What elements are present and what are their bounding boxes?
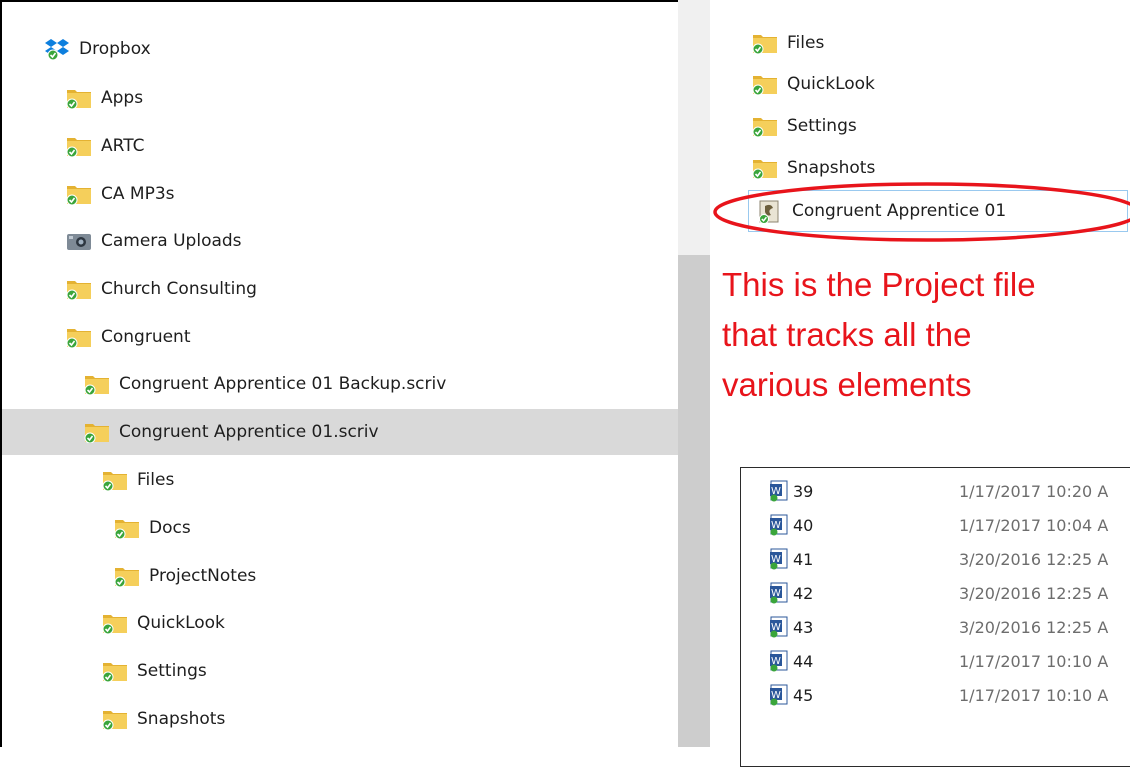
- project-file-label: Congruent Apprentice 01: [792, 201, 1007, 221]
- file-date: 3/20/2016 12:25 A: [959, 583, 1109, 603]
- annotation-line: This is the Project file: [722, 266, 1036, 303]
- file-name: 40: [793, 515, 814, 535]
- synced-folder-icon: [114, 517, 140, 539]
- synced-folder-icon: [102, 612, 128, 634]
- tree-item-apps[interactable]: Apps: [2, 75, 678, 121]
- tree-item-congruent-apprentice-scriv[interactable]: Congruent Apprentice 01.scriv: [2, 409, 678, 455]
- content-item-label: Files: [787, 33, 825, 53]
- navigation-pane: Dropbox Apps ARTC CA MP3s Camera Uploads…: [0, 0, 678, 747]
- synced-folder-icon: [66, 183, 92, 205]
- synced-folder-icon: [84, 373, 110, 395]
- tree-item-label: Docs: [149, 518, 191, 538]
- tree-item-quicklook[interactable]: QuickLook: [2, 600, 678, 646]
- file-row[interactable]: W 40 1/17/2017 10:04 A: [769, 508, 1130, 542]
- word-doc-icon: W: [769, 684, 789, 706]
- tree-item-label: Dropbox: [79, 39, 151, 59]
- tree-item-label: Files: [137, 470, 175, 490]
- annotation-line: various elements: [722, 366, 972, 403]
- synced-folder-icon: [752, 73, 778, 95]
- synced-folder-icon: [752, 157, 778, 179]
- tree-item-label: Snapshots: [137, 709, 226, 729]
- tree-item-label: Church Consulting: [101, 279, 257, 299]
- content-folder-files[interactable]: Files: [752, 23, 824, 63]
- synced-folder-icon: [66, 278, 92, 300]
- tree-item-label: QuickLook: [137, 613, 225, 633]
- tree-item-label: Apps: [101, 88, 144, 108]
- tree-item-congruent-apprentice-backup[interactable]: Congruent Apprentice 01 Backup.scriv: [2, 361, 678, 407]
- file-row[interactable]: W 44 1/17/2017 10:10 A: [769, 644, 1130, 678]
- synced-folder-icon: [752, 32, 778, 54]
- file-date: 1/17/2017 10:20 A: [959, 481, 1109, 501]
- annotation-callout: This is the Project file that tracks all…: [722, 260, 1122, 410]
- file-row[interactable]: W 43 3/20/2016 12:25 A: [769, 610, 1130, 644]
- synced-folder-icon: [102, 660, 128, 682]
- word-doc-icon: W: [769, 582, 789, 604]
- dropbox-icon: [44, 38, 70, 60]
- file-date: 1/17/2017 10:10 A: [959, 651, 1109, 671]
- content-folder-settings[interactable]: Settings: [752, 106, 857, 146]
- content-item-label: QuickLook: [787, 74, 875, 94]
- tree-item-label: Congruent Apprentice 01 Backup.scriv: [119, 374, 447, 394]
- tree-item-ca-mp3s[interactable]: CA MP3s: [2, 171, 678, 217]
- word-doc-icon: W: [769, 616, 789, 638]
- tree-item-docs[interactable]: Docs: [2, 505, 678, 551]
- tree-item-label: Settings: [137, 661, 207, 681]
- content-folder-snapshots[interactable]: Snapshots: [752, 148, 875, 188]
- tree-item-label: Congruent Apprentice 01.scriv: [119, 422, 379, 442]
- tree-item-congruent[interactable]: Congruent: [2, 314, 678, 360]
- tree-item-projectnotes[interactable]: ProjectNotes: [2, 553, 678, 599]
- camera-folder-icon: [66, 230, 92, 252]
- synced-folder-icon: [102, 469, 128, 491]
- file-name: 44: [793, 651, 814, 671]
- file-date: 1/17/2017 10:04 A: [959, 515, 1109, 535]
- tree-item-artc[interactable]: ARTC: [2, 123, 678, 169]
- synced-folder-icon: [102, 708, 128, 730]
- tree-item-label: ProjectNotes: [149, 566, 257, 586]
- file-name: 45: [793, 685, 814, 705]
- scrollbar-thumb[interactable]: [678, 255, 710, 747]
- file-name: 42: [793, 583, 814, 603]
- synced-folder-icon: [752, 115, 778, 137]
- word-doc-icon: W: [769, 650, 789, 672]
- word-doc-icon: W: [769, 514, 789, 536]
- file-list: W 39 1/17/2017 10:20 A W 40 1/17/2017 10…: [740, 467, 1130, 767]
- tree-item-dropbox[interactable]: Dropbox: [2, 26, 678, 72]
- file-date: 1/17/2017 10:10 A: [959, 685, 1109, 705]
- content-item-label: Snapshots: [787, 158, 876, 178]
- synced-folder-icon: [66, 87, 92, 109]
- tree-item-files[interactable]: Files: [2, 457, 678, 503]
- word-doc-icon: W: [769, 480, 789, 502]
- file-name: 41: [793, 549, 814, 569]
- tree-item-label: Camera Uploads: [101, 231, 242, 251]
- scrivener-project-icon: [757, 200, 783, 224]
- synced-folder-icon: [114, 565, 140, 587]
- tree-item-snapshots[interactable]: Snapshots: [2, 696, 678, 742]
- file-date: 3/20/2016 12:25 A: [959, 617, 1109, 637]
- tree-item-settings[interactable]: Settings: [2, 648, 678, 694]
- file-row[interactable]: W 39 1/17/2017 10:20 A: [769, 474, 1130, 508]
- file-name: 39: [793, 481, 814, 501]
- tree-item-church-consulting[interactable]: Church Consulting: [2, 266, 678, 312]
- file-row[interactable]: W 41 3/20/2016 12:25 A: [769, 542, 1130, 576]
- file-row[interactable]: W 45 1/17/2017 10:10 A: [769, 678, 1130, 712]
- tree-item-label: Congruent: [101, 327, 191, 347]
- tree-item-label: ARTC: [101, 136, 145, 156]
- synced-folder-icon: [84, 421, 110, 443]
- tree-item-camera-uploads[interactable]: Camera Uploads: [2, 218, 678, 264]
- content-item-label: Settings: [787, 116, 857, 136]
- annotation-line: that tracks all the: [722, 316, 972, 353]
- synced-folder-icon: [66, 326, 92, 348]
- synced-folder-icon: [66, 135, 92, 157]
- tree-item-label: CA MP3s: [101, 184, 175, 204]
- file-date: 3/20/2016 12:25 A: [959, 549, 1109, 569]
- file-name: 43: [793, 617, 814, 637]
- content-folder-quicklook[interactable]: QuickLook: [752, 64, 875, 104]
- project-file-row[interactable]: Congruent Apprentice 01: [748, 190, 1128, 232]
- file-row[interactable]: W 42 3/20/2016 12:25 A: [769, 576, 1130, 610]
- word-doc-icon: W: [769, 548, 789, 570]
